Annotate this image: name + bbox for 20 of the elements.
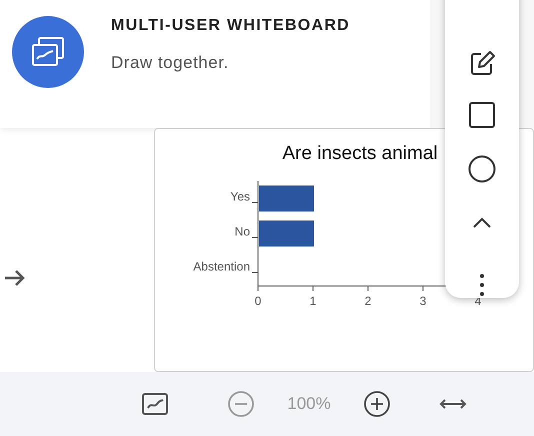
zoom-level: 100% [286, 393, 332, 416]
tick-label: 1 [310, 294, 316, 308]
square-icon[interactable] [468, 101, 496, 129]
zoom-in-button[interactable] [363, 390, 391, 418]
tick-label: 0 [254, 294, 262, 308]
more-options-icon[interactable] [479, 273, 485, 297]
bar [259, 186, 314, 212]
category-label: Yes [230, 190, 250, 204]
fit-width-icon[interactable] [439, 397, 467, 411]
app-subtitle: Draw together. [111, 52, 230, 74]
category-label: Abstention [193, 260, 250, 274]
category-label: No [234, 224, 250, 238]
arrow-right-icon [4, 270, 26, 286]
chevron-up-icon[interactable] [472, 217, 492, 229]
tick-label: 3 [420, 294, 426, 308]
bar [259, 220, 314, 246]
tick-label: 2 [364, 294, 372, 308]
app-title: MULTI-USER WHITEBOARD [111, 16, 350, 36]
circle-icon[interactable] [468, 155, 496, 183]
chart-title: Are insects animal [282, 143, 438, 164]
